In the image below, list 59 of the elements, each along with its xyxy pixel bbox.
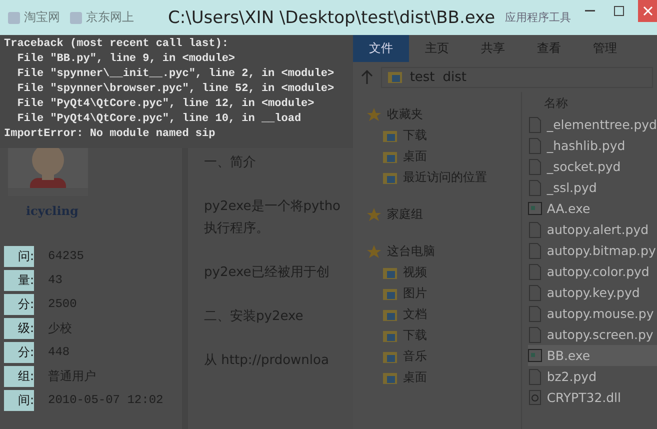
file-icon <box>528 116 542 132</box>
file-row[interactable]: autopy.bitmap.py <box>528 240 657 261</box>
file-icon <box>528 368 542 384</box>
file-row[interactable]: _elementtree.pyd <box>528 114 657 135</box>
file-row[interactable]: autopy.screen.py <box>528 324 657 345</box>
stat-label: 组: <box>4 366 34 386</box>
folder-icon <box>388 71 402 83</box>
console-output: Traceback (most recent call last): File "BB.py", line 9, in <module> File "spynner\__init__.pyc", line 2, in <module> File "spynner\browser.pyc", line 52, in <module> File "PyQt4\QtCore.pyc", line 12, in <module> File "PyQt4\QtCore.pyc", line 10, in __load ImportError: No module named sip <box>0 35 353 148</box>
file-icon <box>528 326 542 342</box>
file-row[interactable]: _ssl.pyd <box>528 177 657 198</box>
bookmark-icon <box>8 12 20 24</box>
stat-label: 级: <box>4 318 34 338</box>
file-row[interactable]: BB.exe <box>528 345 657 366</box>
bookmark-link[interactable]: 京东网上 <box>70 9 134 26</box>
folder-icon <box>382 130 397 142</box>
stat-label: 分: <box>4 294 34 314</box>
file-icon <box>528 180 542 196</box>
stat-label: 分: <box>4 342 34 362</box>
bookmark-link[interactable]: 淘宝网 <box>8 9 60 26</box>
folder-icon <box>382 288 397 300</box>
file-row[interactable]: bz2.pyd <box>528 366 657 387</box>
folder-icon <box>382 150 397 162</box>
stat-label: 间: <box>4 390 34 410</box>
file-icon <box>528 242 542 258</box>
file-row[interactable]: autopy.key.pyd <box>528 282 657 303</box>
star-icon <box>366 208 381 222</box>
ribbon-context-tab[interactable]: 应用程序工具 <box>505 10 572 25</box>
file-icon <box>528 158 542 174</box>
file-icon <box>528 264 542 280</box>
file-row[interactable]: _socket.pyd <box>528 156 657 177</box>
file-icon <box>528 284 542 300</box>
file-row[interactable]: autopy.mouse.py <box>528 303 657 324</box>
minimize-icon <box>585 10 596 12</box>
star-icon <box>366 108 381 122</box>
file-icon <box>528 306 542 322</box>
stat-label: 问: <box>4 246 34 266</box>
maximize-icon <box>614 6 624 16</box>
folder-icon <box>382 372 397 384</box>
folder-icon <box>382 330 397 342</box>
star-icon <box>366 244 381 258</box>
file-row[interactable]: _hashlib.pyd <box>528 135 657 156</box>
program-icon <box>528 202 542 215</box>
ribbon-tab[interactable]: 文件 <box>352 35 409 62</box>
file-row[interactable]: autopy.color.pyd <box>528 261 657 282</box>
file-row[interactable]: CRYPT32.dll <box>528 387 657 408</box>
folder-icon <box>382 350 397 362</box>
close-icon <box>642 6 653 16</box>
close-button[interactable] <box>638 0 657 22</box>
window-title: C:\Users\XIN \Desktop\test\dist\BB.exe <box>168 8 496 28</box>
folder-icon <box>382 308 397 320</box>
folder-icon <box>382 172 397 184</box>
program-icon <box>528 349 542 362</box>
file-row[interactable]: AA.exe <box>528 198 657 219</box>
stat-label: 量: <box>4 270 34 290</box>
file-icon <box>528 138 542 154</box>
file-icon <box>528 222 542 238</box>
folder-icon <box>382 266 397 278</box>
bookmark-icon <box>70 12 82 24</box>
file-row[interactable]: autopy.alert.pyd <box>528 219 657 240</box>
